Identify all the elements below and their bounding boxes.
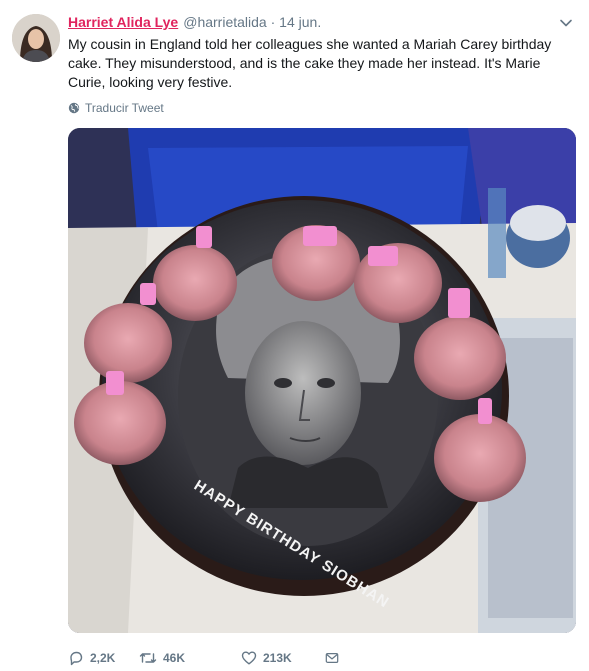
cake-photo: HAPPY BIRTHDAY SIOBHAN <box>68 128 576 633</box>
heart-icon <box>241 651 257 665</box>
tweet-actions: 2,2K 46K 213K <box>68 650 345 666</box>
tweet-text: My cousin in England told her colleagues… <box>68 36 552 90</box>
reply-button[interactable]: 2,2K <box>68 650 134 666</box>
chevron-down-icon[interactable] <box>559 16 573 30</box>
tweet-date[interactable]: 14 jun. <box>279 14 321 30</box>
envelope-icon <box>325 653 339 663</box>
author-name[interactable]: Harriet Alida Lye <box>68 14 178 30</box>
tweet-photo[interactable]: HAPPY BIRTHDAY SIOBHAN <box>68 128 576 633</box>
avatar-image <box>12 14 60 62</box>
avatar[interactable] <box>12 14 60 62</box>
retweet-icon <box>139 653 157 663</box>
tweet-header: Harriet Alida Lye @harrietalida · 14 jun. <box>68 13 321 31</box>
tweet: Harriet Alida Lye @harrietalida · 14 jun.… <box>0 0 589 671</box>
author-handle[interactable]: @harrietalida <box>183 14 266 30</box>
reply-icon <box>70 651 83 666</box>
reply-count: 2,2K <box>90 651 116 665</box>
globe-icon <box>68 102 80 114</box>
translate-link[interactable]: Traducir Tweet <box>68 101 164 115</box>
retweet-count: 46K <box>163 651 186 665</box>
date-separator: · <box>270 14 276 30</box>
like-button[interactable]: 213K <box>241 650 325 666</box>
retweet-button[interactable]: 46K <box>139 650 231 666</box>
like-count: 213K <box>263 651 292 665</box>
translate-label: Traducir Tweet <box>85 101 164 115</box>
direct-message-button[interactable] <box>325 651 345 665</box>
